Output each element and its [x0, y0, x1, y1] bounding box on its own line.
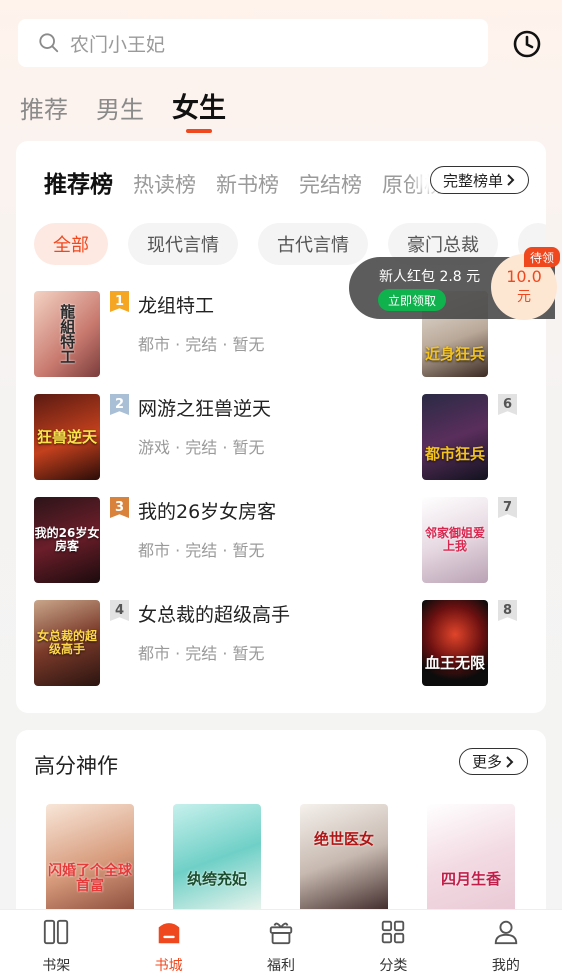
- rank-badge: 2: [110, 394, 129, 415]
- claim-button[interactable]: 立即领取: [378, 289, 447, 311]
- list-item[interactable]: 都市狂兵 6: [416, 394, 546, 484]
- book-cover: 都市狂兵: [422, 394, 488, 480]
- gift-icon: [269, 922, 293, 945]
- pending-tag: 待领: [524, 247, 561, 267]
- book-cover[interactable]: 纨绔充妃: [173, 804, 261, 914]
- rank-badge: 8: [498, 600, 517, 621]
- book-cover: 女总裁的超级高手: [34, 600, 100, 686]
- book-meta: 都市 · 完结 · 暂无: [138, 335, 265, 354]
- book-cover[interactable]: 四月生香: [427, 804, 515, 914]
- red-packet-banner[interactable]: 新人红包 2.8 元 立即领取 10.0 元 待领: [349, 247, 561, 320]
- top-tabs: 推荐 男生 女生: [20, 86, 254, 133]
- book-cover: 龍組特工: [34, 291, 100, 377]
- search-icon: [39, 33, 59, 53]
- red-packet-amount: 10.0: [506, 267, 542, 287]
- book-cover[interactable]: 绝世医女: [300, 804, 388, 914]
- book-meta: 都市 · 完结 · 暂无: [138, 541, 265, 560]
- nav-label: 我的: [491, 958, 520, 974]
- book-title: 网游之狂兽逆天: [138, 398, 272, 420]
- list-item[interactable]: 我的26岁女房客 3 我的26岁女房客 都市 · 完结 · 暂无: [16, 497, 416, 587]
- chevron-right-icon: [507, 174, 515, 186]
- more-button[interactable]: 更多: [459, 748, 529, 775]
- bookshelf-icon: [44, 919, 69, 945]
- nav-bookstore[interactable]: 书城: [112, 910, 224, 975]
- category-icon: [382, 920, 405, 944]
- history-clock-icon[interactable]: [512, 29, 542, 59]
- rank-badge: 4: [110, 600, 129, 621]
- search-placeholder: 农门小王妃: [70, 33, 166, 56]
- nav-profile[interactable]: 我的: [450, 910, 562, 975]
- chip-ancient-romance[interactable]: 古代言情: [258, 223, 368, 265]
- nav-label: 福利: [267, 958, 296, 974]
- book-title: 女总裁的超级高手: [138, 604, 291, 626]
- book-cover: 血王无限: [422, 600, 488, 686]
- tab-finished-rank[interactable]: 完结榜: [299, 169, 362, 199]
- section-title: 高分神作: [34, 754, 118, 778]
- bottom-nav: 书架 书城 福利 分类 我的: [0, 909, 562, 975]
- book-cover: 我的26岁女房客: [34, 497, 100, 583]
- book-title: 我的26岁女房客: [138, 501, 277, 523]
- ranking-card: 推荐榜 热读榜 新书榜 完结榜 原创榜 完整榜单 全部 现代言情 古代言情 豪门…: [16, 141, 546, 713]
- nav-label: 书城: [154, 958, 183, 974]
- book-cover: 狂兽逆天: [34, 394, 100, 480]
- list-item[interactable]: 邻家御姐爱上我 7: [416, 497, 546, 587]
- book-cover[interactable]: 闪婚了个全球首富: [46, 804, 134, 914]
- search-bar[interactable]: 农门小王妃: [18, 19, 488, 67]
- ranking-tabs: 推荐榜 热读榜 新书榜 完结榜 原创榜: [44, 165, 465, 199]
- list-item[interactable]: 女总裁的超级高手 4 女总裁的超级高手 都市 · 完结 · 暂无: [16, 600, 416, 690]
- nav-welfare[interactable]: 福利: [225, 910, 337, 975]
- book-meta: 都市 · 完结 · 暂无: [138, 644, 265, 663]
- more-label: 更多: [472, 753, 503, 771]
- chip-all[interactable]: 全部: [34, 223, 108, 265]
- chevron-right-icon: [506, 755, 514, 768]
- chip-modern-romance[interactable]: 现代言情: [128, 223, 238, 265]
- profile-icon: [494, 920, 518, 945]
- full-list-label: 完整榜单: [443, 171, 504, 190]
- tab-hot-rank[interactable]: 热读榜: [133, 169, 196, 199]
- list-item[interactable]: 狂兽逆天 2 网游之狂兽逆天 游戏 · 完结 · 暂无: [16, 394, 416, 484]
- full-list-button[interactable]: 完整榜单: [430, 166, 530, 194]
- nav-label: 分类: [379, 958, 408, 974]
- rank-badge: 6: [498, 394, 517, 415]
- tab-male[interactable]: 男生: [96, 90, 144, 125]
- book-title: 龙组特工: [138, 295, 215, 317]
- list-item[interactable]: 血王无限 8: [416, 600, 546, 690]
- rank-badge: 7: [498, 497, 517, 518]
- tab-new-rank[interactable]: 新书榜: [216, 169, 279, 199]
- book-meta: 游戏 · 完结 · 暂无: [138, 438, 265, 457]
- red-packet-text: 新人红包 2.8 元: [379, 269, 481, 285]
- nav-bookshelf[interactable]: 书架: [0, 910, 112, 975]
- bookstore-icon: [158, 923, 179, 944]
- rank-badge: 3: [110, 497, 129, 518]
- tab-female[interactable]: 女生: [172, 86, 226, 133]
- tab-recommend[interactable]: 推荐: [20, 90, 68, 125]
- red-packet-unit: 元: [517, 288, 531, 305]
- rank-badge: 1: [110, 291, 129, 312]
- nav-category[interactable]: 分类: [337, 910, 449, 975]
- nav-label: 书架: [42, 958, 71, 974]
- book-cover: 邻家御姐爱上我: [422, 497, 488, 583]
- tab-recommend-rank[interactable]: 推荐榜: [44, 165, 113, 199]
